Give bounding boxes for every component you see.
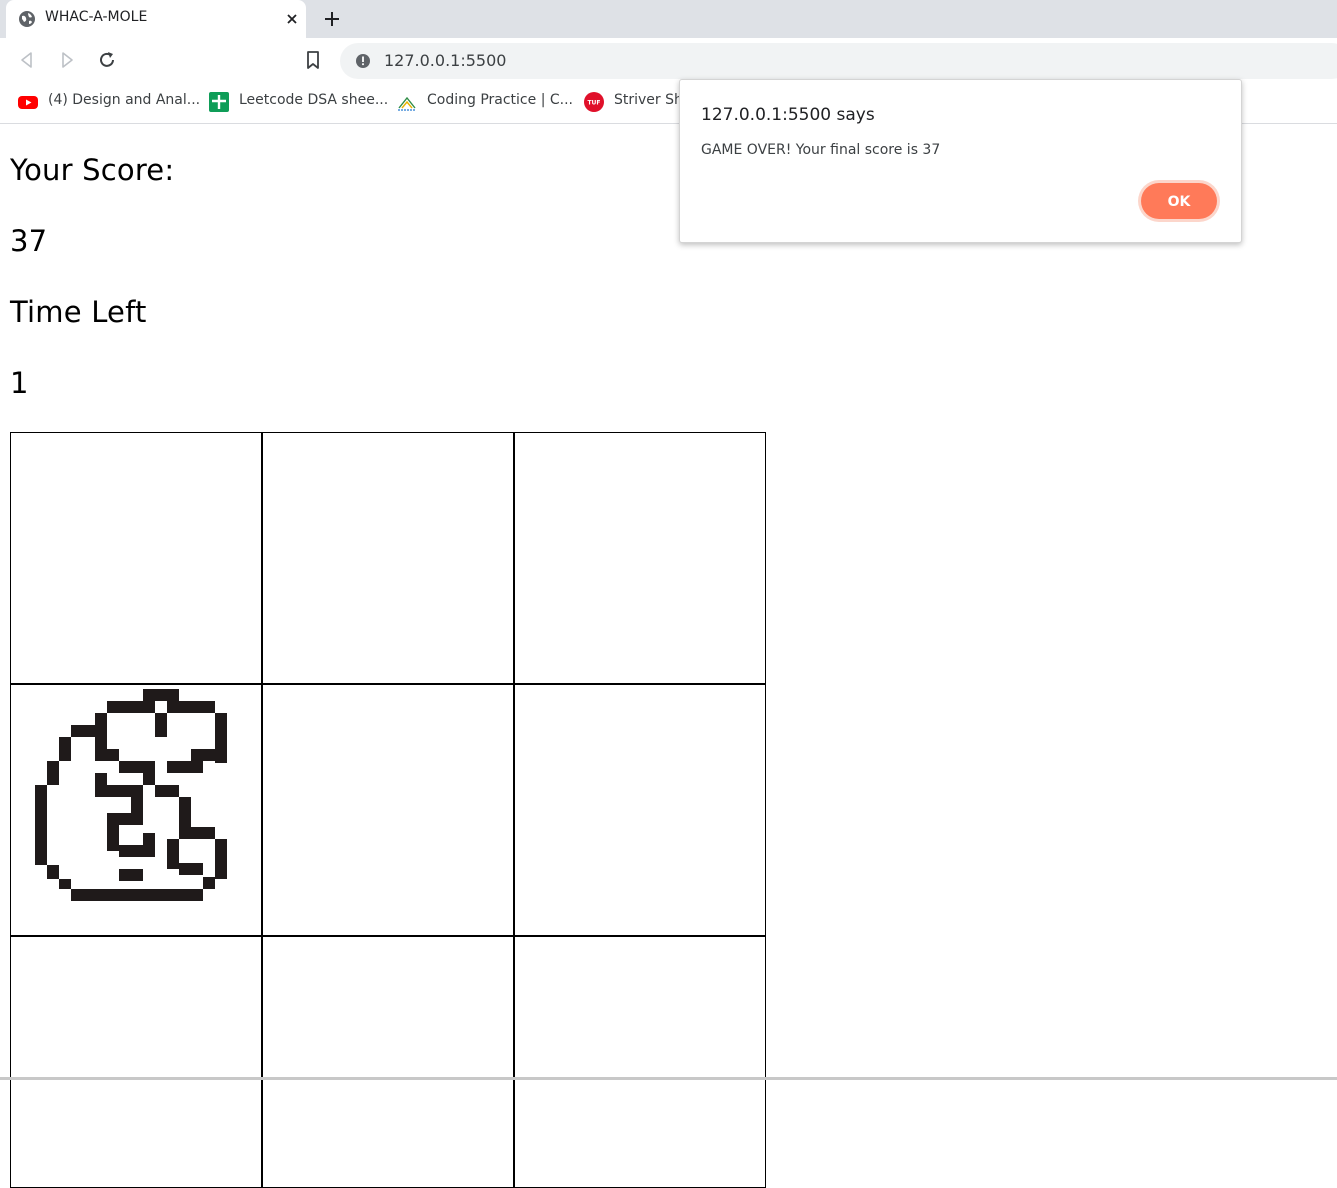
mole-icon[interactable] (21, 685, 251, 915)
globe-icon (19, 11, 35, 27)
alert-dialog: 127.0.0.1:5500 says GAME OVER! Your fina… (679, 79, 1242, 243)
tuf-icon: TUF (584, 92, 604, 112)
grid-square[interactable] (262, 936, 514, 1188)
grid-square[interactable] (262, 432, 514, 684)
bookmark-item[interactable]: (4) Design and Anal... (18, 91, 201, 113)
bookmark-label: Coding Practice | C... (427, 92, 573, 108)
url-text: 127.0.0.1:5500 (384, 51, 507, 70)
gfg-icon (398, 96, 416, 111)
tab-strip: WHAC-A-MOLE (0, 0, 1337, 38)
grid-square-mole[interactable] (10, 684, 262, 936)
sheets-icon (209, 92, 229, 112)
forward-icon[interactable] (56, 49, 78, 71)
new-tab-icon[interactable] (320, 7, 344, 31)
grid-square[interactable] (10, 936, 262, 1188)
close-icon[interactable] (282, 9, 302, 29)
youtube-icon (18, 96, 38, 109)
bookmark-item[interactable]: Coding Practice | C... (397, 91, 573, 113)
grid-square[interactable] (514, 432, 766, 684)
browser-tab[interactable]: WHAC-A-MOLE (6, 0, 306, 38)
game-grid (10, 432, 766, 1188)
ok-button[interactable]: OK (1141, 183, 1217, 219)
score-value: 37 (10, 224, 48, 258)
bookmark-label: (4) Design and Anal... (48, 92, 201, 108)
page-content: Your Score: 37 Time Left 1 (0, 124, 1337, 1188)
bookmark-label: Leetcode DSA shee... (239, 92, 389, 108)
time-left-label: Time Left (10, 295, 147, 329)
svg-text:TUF: TUF (587, 100, 600, 107)
browser-toolbar: 127.0.0.1:5500 (0, 38, 1337, 83)
grid-square[interactable] (514, 936, 766, 1188)
bookmark-item[interactable]: Leetcode DSA shee... (209, 91, 388, 113)
bookmark-label: Striver She (614, 92, 679, 108)
reload-icon[interactable] (96, 49, 118, 71)
tab-title: WHAC-A-MOLE (45, 9, 148, 25)
time-left-value: 1 (10, 366, 29, 400)
address-bar[interactable]: 127.0.0.1:5500 (340, 43, 1337, 79)
score-label: Your Score: (10, 153, 175, 187)
dialog-message: GAME OVER! Your final score is 37 (701, 142, 941, 158)
dialog-title: 127.0.0.1:5500 says (701, 105, 875, 125)
grid-square[interactable] (514, 684, 766, 936)
bookmark-icon[interactable] (302, 49, 324, 71)
bookmark-item[interactable]: TUF Striver She (584, 91, 679, 113)
back-icon[interactable] (16, 49, 38, 71)
grid-square[interactable] (10, 432, 262, 684)
grid-square[interactable] (262, 684, 514, 936)
info-icon[interactable] (355, 53, 371, 69)
